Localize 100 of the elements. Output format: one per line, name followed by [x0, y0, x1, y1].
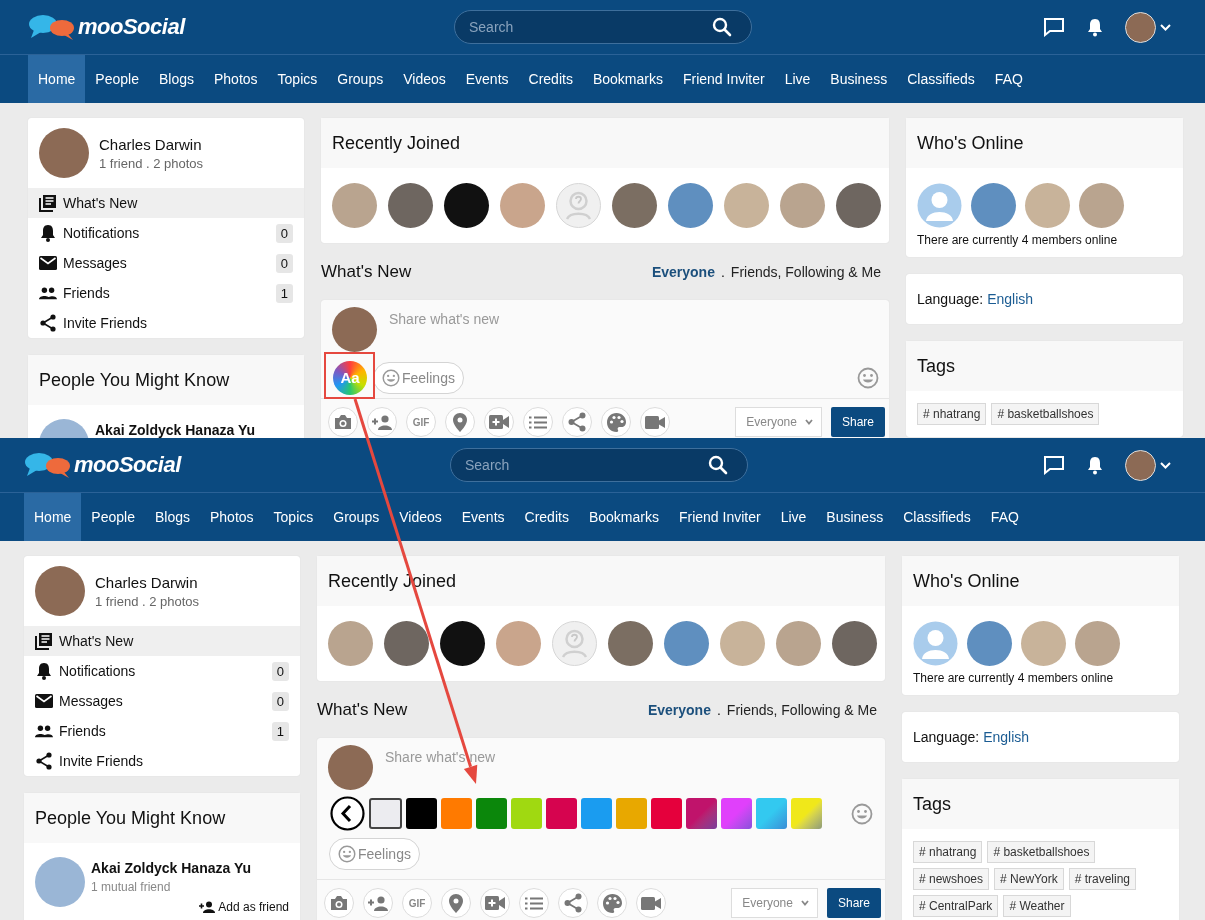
nav-link[interactable]: People	[81, 493, 145, 541]
color-swatch[interactable]	[511, 798, 542, 829]
add-friend-link[interactable]: Add as friend	[199, 900, 289, 914]
feelings-button[interactable]: Feelings	[329, 838, 420, 870]
video-plus-icon[interactable]	[485, 896, 505, 910]
color-swatch[interactable]	[756, 798, 787, 829]
color-swatch[interactable]	[616, 798, 647, 829]
list-icon[interactable]	[529, 415, 547, 429]
nav-link[interactable]: Credits	[518, 55, 583, 103]
menu-item[interactable]: Messages 0	[28, 248, 304, 278]
add-person-icon[interactable]	[368, 895, 388, 911]
color-swatch[interactable]	[791, 798, 822, 829]
color-swatch[interactable]	[369, 798, 402, 829]
nav-link[interactable]: Blogs	[148, 55, 204, 103]
search-icon[interactable]	[708, 455, 728, 475]
color-swatch[interactable]	[686, 798, 717, 829]
nav-link[interactable]: Bookmarks	[578, 493, 669, 541]
feed-filter[interactable]: Friends, Following & Me	[730, 263, 881, 280]
nav-link[interactable]: Home	[28, 55, 86, 103]
privacy-select[interactable]: Everyone	[731, 888, 818, 918]
language-link[interactable]: English	[983, 729, 1030, 745]
share-icon[interactable]	[564, 893, 582, 913]
nav-link[interactable]: Events	[451, 493, 515, 541]
menu-item[interactable]: Invite Friends	[28, 308, 304, 338]
profile-avatar[interactable]	[39, 128, 89, 178]
nav-link[interactable]: Events	[455, 55, 519, 103]
chevron-down-icon[interactable]	[1160, 461, 1171, 469]
feed-filter[interactable]: Friends, Following & Me	[726, 701, 877, 718]
logo-text[interactable]: mooSocial	[78, 14, 185, 40]
bell-icon[interactable]	[1087, 455, 1103, 475]
nav-link[interactable]: Credits	[514, 493, 579, 541]
emoji-icon[interactable]	[857, 366, 879, 389]
share-button[interactable]: Share	[830, 407, 885, 437]
user-avatar[interactable]	[1125, 449, 1156, 481]
list-icon[interactable]	[525, 896, 543, 910]
palette-icon[interactable]	[606, 412, 626, 432]
color-swatch[interactable]	[651, 798, 682, 829]
tag-chip[interactable]: # nhatrang	[913, 841, 983, 863]
nav-link[interactable]: Topics	[263, 493, 324, 541]
chat-icon[interactable]	[1043, 17, 1065, 37]
color-swatch[interactable]	[721, 798, 752, 829]
search-icon[interactable]	[712, 17, 732, 37]
share-button[interactable]: Share	[826, 888, 881, 918]
back-icon[interactable]	[330, 796, 365, 831]
person-name[interactable]: Akai Zoldyck Hanaza Yu	[95, 422, 293, 438]
nav-link[interactable]: Blogs	[144, 493, 200, 541]
menu-item[interactable]: What's New	[28, 188, 304, 218]
menu-item[interactable]: Notifications 0	[28, 218, 304, 248]
feelings-button[interactable]: Feelings	[373, 361, 464, 394]
nav-link[interactable]: Topics	[267, 55, 328, 103]
feed-filter[interactable]: Everyone	[651, 263, 715, 280]
nav-link[interactable]: Business	[820, 55, 898, 103]
nav-link[interactable]: Business	[816, 493, 894, 541]
nav-link[interactable]: People	[85, 55, 149, 103]
color-swatch[interactable]	[581, 798, 612, 829]
nav-link[interactable]: Groups	[327, 55, 394, 103]
tag-chip[interactable]: # NewYork	[994, 868, 1064, 890]
map-pin-icon[interactable]	[453, 412, 467, 432]
member-avatar[interactable]	[444, 183, 489, 228]
nav-link[interactable]: Friend Inviter	[668, 493, 771, 541]
bell-icon[interactable]	[1087, 17, 1103, 37]
feed-filter[interactable]: Everyone	[647, 701, 711, 718]
nav-link[interactable]: Photos	[204, 55, 268, 103]
tag-chip[interactable]: # Weather	[1003, 895, 1071, 917]
tag-chip[interactable]: # basketballshoes	[987, 841, 1096, 863]
nav-link[interactable]: Friend Inviter	[672, 55, 775, 103]
tag-chip[interactable]: # traveling	[1068, 868, 1136, 890]
nav-link[interactable]: Classifieds	[893, 493, 981, 541]
tag-chip[interactable]: # basketballshoes	[991, 403, 1100, 425]
tag-chip[interactable]: # nhatrang	[917, 403, 987, 425]
profile-name[interactable]: Charles Darwin	[95, 573, 200, 591]
profile-avatar[interactable]	[35, 566, 85, 616]
menu-item[interactable]: Friends 1	[28, 278, 304, 308]
person-name[interactable]: Akai Zoldyck Hanaza Yu	[91, 860, 289, 876]
nav-link[interactable]: Videos	[393, 55, 456, 103]
nav-link[interactable]: Bookmarks	[582, 55, 673, 103]
search-field[interactable]: Search	[450, 448, 748, 482]
privacy-select[interactable]: Everyone	[735, 407, 822, 437]
nav-link[interactable]: Classifieds	[897, 55, 985, 103]
nav-link[interactable]: Live	[774, 55, 821, 103]
member-avatar[interactable]	[440, 621, 485, 666]
nav-link[interactable]: FAQ	[984, 55, 1033, 103]
gif-button[interactable]: GIF	[406, 407, 436, 437]
chevron-down-icon[interactable]	[1160, 23, 1171, 31]
post-input-field[interactable]: Share what's new	[383, 748, 874, 766]
color-swatch[interactable]	[406, 798, 437, 829]
color-swatch[interactable]	[546, 798, 577, 829]
user-avatar[interactable]	[1125, 11, 1156, 43]
camera-icon[interactable]	[330, 895, 348, 911]
nav-link[interactable]: Videos	[389, 493, 452, 541]
tag-chip[interactable]: # newshoes	[913, 868, 990, 890]
nav-link[interactable]: Live	[770, 493, 817, 541]
menu-item[interactable]: Invite Friends	[24, 746, 300, 776]
palette-icon[interactable]	[602, 893, 622, 913]
map-pin-icon[interactable]	[449, 893, 463, 913]
post-input-field[interactable]: Share what's new	[387, 310, 878, 328]
menu-item[interactable]: Messages 0	[24, 686, 300, 716]
chat-icon[interactable]	[1043, 455, 1065, 475]
video-plus-icon[interactable]	[489, 415, 509, 429]
gif-button[interactable]: GIF	[402, 888, 432, 918]
